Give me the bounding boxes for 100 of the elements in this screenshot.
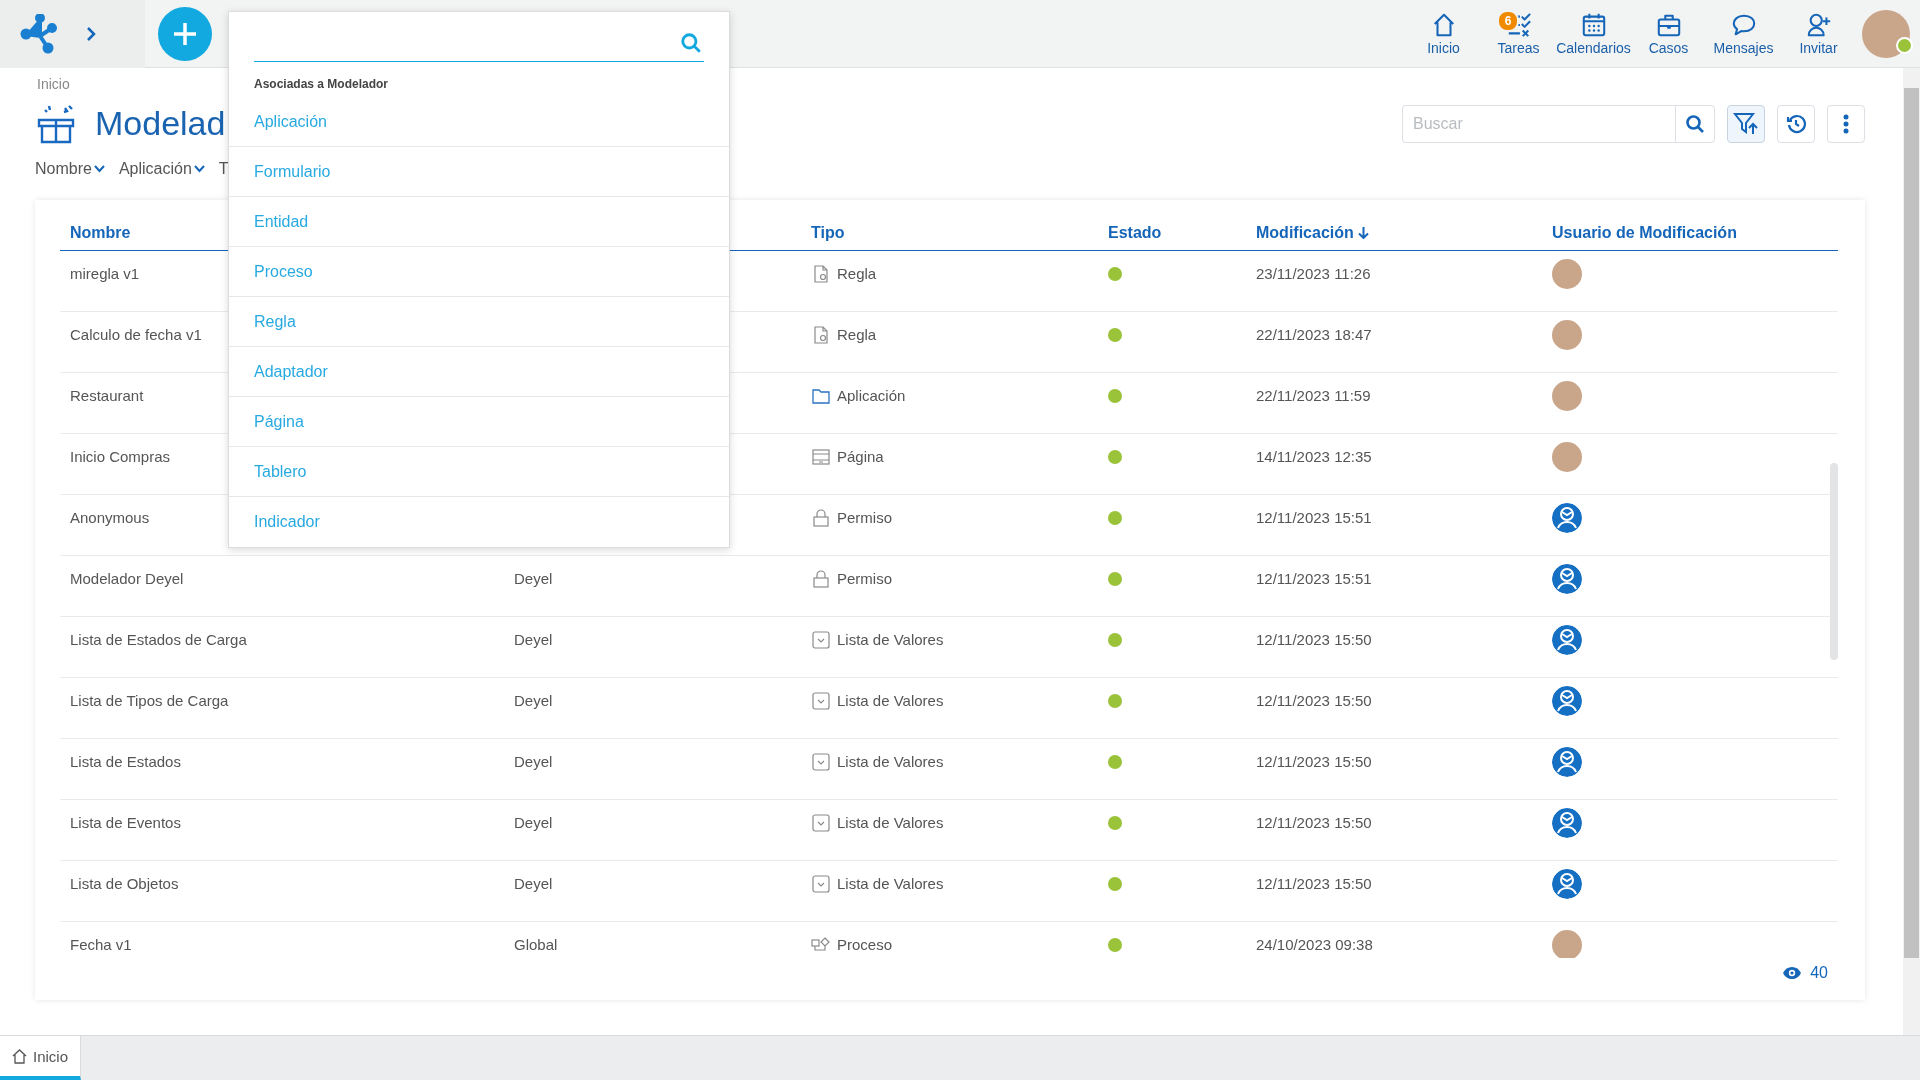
column-header[interactable]: Estado [1098, 215, 1246, 250]
padlock-icon [811, 508, 831, 528]
table-cell: 22/11/2023 11:59 [1256, 387, 1371, 404]
table-cell: 12/11/2023 15:50 [1256, 692, 1372, 709]
avatar-photo-placeholder [1552, 381, 1582, 411]
table-cell: Calculo de fecha v1 [70, 326, 202, 343]
table-cell: Deyel [514, 875, 553, 892]
dropdown-list-icon [811, 752, 831, 772]
table-cell: 24/10/2023 09:38 [1256, 936, 1373, 953]
more-options-button[interactable] [1827, 105, 1865, 143]
filter-icon [1733, 112, 1759, 136]
table-cell: 12/11/2023 15:50 [1256, 814, 1372, 831]
eye-icon [1782, 966, 1803, 980]
add-user-icon [1805, 11, 1832, 38]
table-cell: 23/11/2023 11:26 [1256, 265, 1371, 282]
user-avatar-icon [1552, 808, 1582, 838]
calendar-icon [1580, 11, 1607, 38]
home-icon [12, 1048, 27, 1064]
table-cell: 12/11/2023 15:51 [1256, 570, 1372, 587]
table-cell: 12/11/2023 15:50 [1256, 875, 1372, 892]
table-cell: Deyel [514, 570, 553, 587]
table-cell: Proceso [837, 935, 893, 955]
user-avatar-icon [1552, 686, 1582, 716]
table-cell: Lista de Valores [837, 691, 944, 711]
nav-item[interactable]: Inicio [1406, 11, 1481, 56]
dropdown-list-icon [811, 874, 831, 894]
more-icon [1843, 114, 1849, 134]
nav-item[interactable]: Calendarios [1556, 11, 1631, 56]
dropdown-list-icon [811, 691, 831, 711]
user-avatar-icon [1552, 747, 1582, 777]
table-cell: 12/11/2023 15:51 [1256, 509, 1372, 526]
table-cell: Inicio Compras [70, 448, 171, 465]
nav-item[interactable]: Invitar [1781, 11, 1856, 56]
table-cell: Lista de Valores [837, 874, 944, 894]
filter-dropdown[interactable]: Aplicación [118, 160, 205, 178]
table-cell: Deyel [514, 692, 553, 709]
table-cell: miregla v1 [70, 265, 140, 282]
table-cell: Regla [837, 264, 877, 284]
user-avatar-icon [1552, 503, 1582, 533]
column-header[interactable]: Usuario de Modificación [1542, 215, 1838, 250]
avatar-photo-placeholder[interactable] [1862, 9, 1910, 58]
table-cell: Lista de Valores [837, 752, 944, 772]
table-cell: Permiso [837, 508, 892, 528]
folder-icon [811, 386, 831, 406]
table-cell: Restaurant [70, 387, 144, 404]
table-cell: Lista de Objetos [70, 875, 179, 892]
breadcrumb[interactable]: Inicio [37, 76, 70, 92]
filter-dropdown[interactable]: Nombre [35, 160, 105, 178]
table-cell: Regla [837, 325, 877, 345]
record-count: 40 [1810, 964, 1828, 982]
table-cell: Global [514, 936, 558, 953]
notification-badge: 6 [1497, 9, 1519, 32]
table-cell: Página [837, 447, 884, 467]
dropdown-list-icon [811, 630, 831, 650]
table-cell: Deyel [514, 631, 553, 648]
scrollbar[interactable] [1830, 463, 1838, 660]
add-button[interactable] [158, 6, 212, 61]
nav-item[interactable]: Tareas 6 [1481, 11, 1556, 56]
table-cell: Fecha v1 [70, 936, 132, 953]
gift-box-icon [35, 102, 77, 144]
search-icon [1685, 114, 1705, 134]
table-cell: 22/11/2023 18:47 [1256, 326, 1372, 343]
chevron-right-icon[interactable] [85, 25, 97, 42]
filter-dropdown[interactable]: T [218, 160, 229, 178]
table-cell: Lista de Estados de Carga [70, 631, 247, 648]
search-button[interactable] [1675, 105, 1715, 143]
column-header[interactable]: Tipo [801, 215, 1098, 250]
logo-icon[interactable] [18, 13, 60, 54]
table-cell: Permiso [837, 569, 892, 589]
table-cell: Modelador Deyel [70, 570, 184, 587]
padlock-icon [811, 569, 831, 589]
table-cell: 14/11/2023 12:35 [1256, 448, 1372, 465]
avatar-photo-placeholder [1552, 320, 1582, 350]
avatar-photo-placeholder [1552, 259, 1582, 289]
table-cell: Lista de Eventos [70, 814, 181, 831]
user-avatar-icon [1552, 564, 1582, 594]
column-header[interactable]: Modificación [1246, 215, 1542, 250]
filter-button[interactable] [1727, 105, 1765, 143]
user-avatar-icon [1552, 625, 1582, 655]
window-icon [811, 447, 831, 467]
table-cell: Deyel [514, 814, 553, 831]
avatar-photo-placeholder [1552, 930, 1582, 958]
nav-item[interactable]: Mensajes [1706, 11, 1781, 56]
gear-document-icon [811, 325, 831, 345]
plus-icon [172, 20, 198, 47]
table-cell: Lista de Valores [837, 630, 944, 650]
user-avatar-icon [1552, 869, 1582, 899]
table-cell: Lista de Estados [70, 753, 181, 770]
table-cell: Anonymous [70, 509, 150, 526]
nav-item[interactable]: Casos [1631, 11, 1706, 56]
section-label: Asociadas a Modelador [254, 77, 390, 91]
table-cell: Aplicación [837, 386, 906, 406]
table-cell: Deyel [514, 753, 553, 770]
tab[interactable]: Inicio [0, 1036, 82, 1080]
table-cell: 12/11/2023 15:50 [1256, 753, 1372, 770]
gear-document-icon [811, 264, 831, 284]
table-cell: Lista de Valores [837, 813, 944, 833]
history-button[interactable] [1777, 105, 1815, 143]
scrollbar[interactable] [1903, 68, 1920, 1035]
search-icon [680, 32, 702, 54]
